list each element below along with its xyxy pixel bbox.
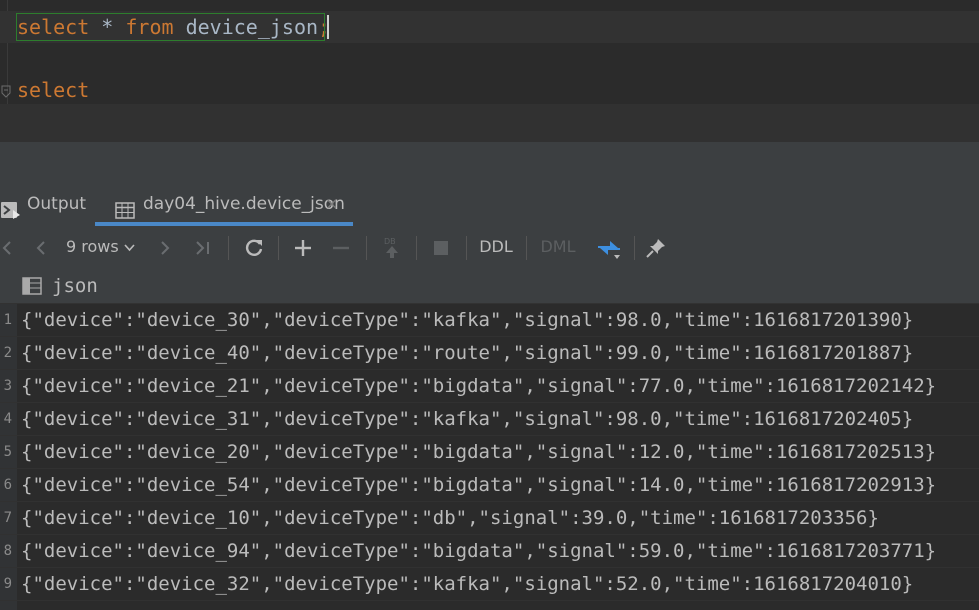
row-number: 2 — [3, 345, 12, 361]
table-row[interactable]: 4 {"device":"device_31","deviceType":"ka… — [0, 403, 979, 436]
dml-label: DML — [540, 237, 576, 256]
toolbar-separator — [366, 236, 367, 260]
table-row[interactable]: 9 {"device":"device_32","deviceType":"ka… — [0, 568, 979, 601]
json-cell[interactable]: {"device":"device_20","deviceType":"bigd… — [21, 436, 936, 468]
json-cell[interactable]: {"device":"device_31","deviceType":"kafk… — [21, 403, 913, 435]
add-row-icon[interactable] — [290, 226, 316, 268]
stop-icon[interactable] — [428, 226, 454, 268]
json-cell[interactable]: {"device":"device_30","deviceType":"kafk… — [21, 304, 913, 336]
json-cell[interactable]: {"device":"device_94","deviceType":"bigd… — [21, 535, 936, 567]
tab-device-json[interactable]: day04_hive.device_json × — [95, 186, 353, 222]
toolbar-separator — [466, 236, 467, 260]
ddl-button[interactable]: DDL — [474, 226, 518, 268]
tab-output[interactable]: Output — [0, 186, 90, 222]
row-number: 4 — [3, 411, 12, 427]
table-row[interactable]: 2 {"device":"device_40","deviceType":"ro… — [0, 337, 979, 370]
result-grid[interactable]: json 1 {"device":"device_30","deviceType… — [0, 268, 979, 610]
rows-count-label: 9 rows — [66, 237, 119, 256]
chevron-down-icon — [124, 237, 135, 256]
editor-empty-area — [0, 104, 979, 142]
tab-device-json-label: day04_hive.device_json — [143, 194, 345, 214]
toolbar-separator — [278, 236, 279, 260]
previous-page-icon[interactable] — [30, 226, 52, 268]
results-toolbar: 9 rows DB DDL DML — [0, 226, 979, 268]
json-cell[interactable]: {"device":"device_32","deviceType":"kafk… — [21, 568, 913, 600]
json-cell[interactable]: {"device":"device_21","deviceType":"bigd… — [21, 370, 936, 402]
db-submit-icon[interactable]: DB — [378, 226, 406, 268]
ide-window: select * from device_json; select Output… — [0, 0, 979, 610]
fold-marker-icon[interactable] — [1, 82, 12, 100]
keyword-select: select — [17, 78, 90, 102]
sql-editor[interactable]: select * from device_json; select — [0, 0, 979, 142]
last-page-icon[interactable] — [190, 226, 216, 268]
table-row[interactable]: 6 {"device":"device_54","deviceType":"bi… — [0, 469, 979, 502]
toolbar-separator — [526, 236, 527, 260]
toolbar-separator — [416, 236, 417, 260]
results-panel: Output day04_hive.device_json × 9 rows D… — [0, 146, 979, 610]
row-number: 7 — [3, 510, 12, 526]
close-icon[interactable]: × — [325, 186, 338, 222]
tab-output-label: Output — [27, 194, 87, 214]
row-number: 6 — [3, 477, 12, 493]
ddl-label: DDL — [479, 237, 513, 256]
dml-button[interactable]: DML — [534, 226, 582, 268]
row-number: 9 — [3, 576, 12, 592]
json-cell[interactable]: {"device":"device_40","deviceType":"rout… — [21, 337, 913, 369]
pin-icon[interactable] — [642, 226, 670, 268]
statement-highlight — [16, 13, 325, 41]
text-caret — [327, 15, 329, 39]
json-cell[interactable]: {"device":"device_10","deviceType":"db",… — [21, 502, 879, 534]
rows-count-dropdown[interactable]: 9 rows — [66, 226, 144, 268]
next-page-icon[interactable] — [154, 226, 176, 268]
json-cell[interactable]: {"device":"device_54","deviceType":"bigd… — [21, 469, 936, 501]
code-line-2[interactable]: select — [0, 74, 979, 106]
table-row[interactable]: 7 {"device":"device_10","deviceType":"db… — [0, 502, 979, 535]
table-row[interactable]: 3 {"device":"device_21","deviceType":"bi… — [0, 370, 979, 403]
remove-row-icon[interactable] — [328, 226, 354, 268]
table-row[interactable]: 5 {"device":"device_20","deviceType":"bi… — [0, 436, 979, 469]
row-number: 3 — [3, 378, 12, 394]
compare-icon[interactable] — [594, 226, 624, 268]
table-row[interactable]: 1 {"device":"device_30","deviceType":"ka… — [0, 304, 979, 337]
column-icon — [22, 277, 42, 300]
table-row[interactable]: 8 {"device":"device_94","deviceType":"bi… — [0, 535, 979, 568]
toolbar-separator — [228, 236, 229, 260]
row-number: 8 — [3, 543, 12, 559]
results-tabs: Output day04_hive.device_json × — [0, 186, 979, 226]
toolbar-separator — [634, 236, 635, 260]
grid-header: json — [0, 268, 979, 304]
first-page-icon[interactable] — [0, 226, 14, 268]
column-header-json[interactable]: json — [52, 268, 98, 304]
refresh-icon[interactable] — [240, 226, 268, 268]
row-number: 5 — [3, 444, 12, 460]
svg-text:DB: DB — [384, 237, 396, 246]
row-number: 1 — [3, 312, 12, 328]
